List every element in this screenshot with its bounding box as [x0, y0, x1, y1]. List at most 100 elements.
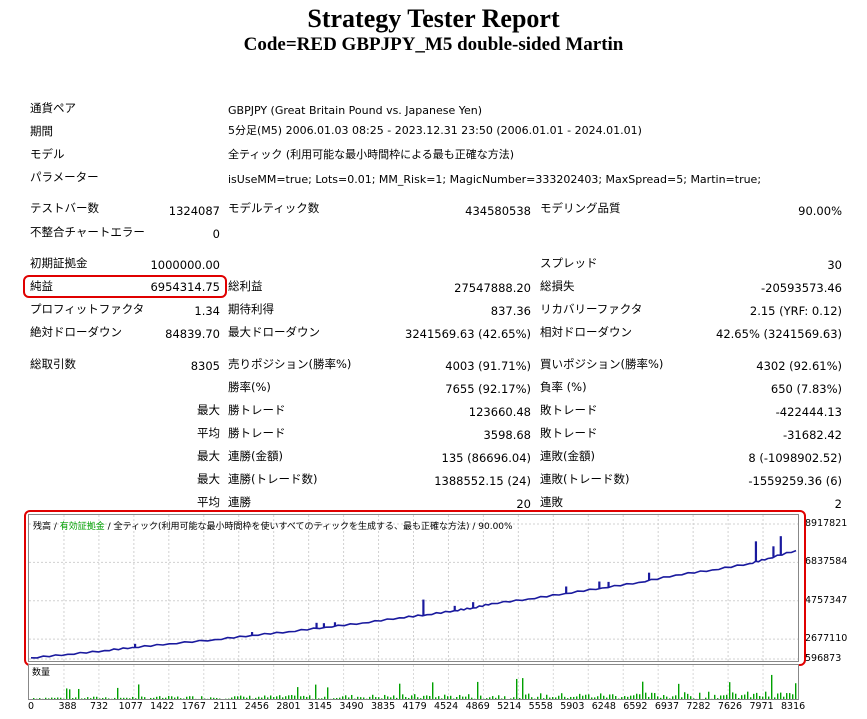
volume-bar [129, 698, 131, 699]
volume-bar [267, 697, 269, 699]
volume-bar [624, 696, 626, 699]
volume-bar [549, 697, 551, 699]
grossloss-label: 総損失 [540, 279, 575, 293]
volume-bar [78, 688, 80, 699]
reldd-value: 42.65% (3241569.63) [716, 327, 842, 341]
short-label: 売りポジション(勝率%) [228, 357, 352, 371]
volume-bar [654, 693, 656, 699]
volume-bar [747, 691, 749, 699]
volume-bar [408, 697, 410, 699]
volume-bar [396, 697, 398, 699]
volume-bar [45, 697, 47, 699]
volume-bar [777, 693, 779, 699]
volume-bar [732, 692, 734, 699]
volume-bar [555, 697, 557, 699]
volume-bar [39, 698, 41, 699]
volume-bar [501, 698, 503, 699]
volume-bar [717, 698, 719, 699]
y-tick-label: 2677110 [805, 633, 848, 645]
volume-bar [714, 694, 716, 699]
volume-bar [156, 696, 158, 699]
volume-bar [762, 696, 764, 699]
volume-bar [231, 697, 233, 699]
volume-bar [633, 695, 635, 699]
volume-bar [141, 696, 143, 699]
reldd-label: 相対ドローダウン [540, 325, 632, 339]
max-word-1: 最大 [197, 403, 220, 417]
recovery-label: リカバリーファクタ [540, 302, 643, 316]
volume-bar [162, 697, 164, 699]
volume-bar [543, 698, 545, 699]
y-tick-label: 8917821 [805, 518, 848, 530]
volume-bar [351, 694, 353, 699]
volume-bar [72, 698, 74, 699]
volume-bar [264, 695, 266, 699]
x-tick-label: 1077 [118, 701, 143, 712]
bars-label: テストバー数 [30, 201, 99, 215]
x-tick-label: 6592 [623, 701, 648, 712]
x-tick-label: 2801 [276, 701, 301, 712]
pf-value: 1.34 [194, 304, 220, 318]
volume-bar [324, 696, 326, 699]
volume-bar [210, 697, 212, 699]
volume-bar [570, 696, 572, 699]
volume-bar [192, 696, 194, 699]
volume-bar [537, 696, 539, 699]
x-tick-label: 6937 [654, 701, 680, 712]
volume-bar [642, 681, 644, 699]
volume-bar [348, 697, 350, 699]
params-label: パラメーター [30, 170, 99, 184]
maxconswin2-label: 連勝(トレード数) [228, 472, 318, 486]
volume-bar [627, 696, 629, 699]
volume-bar [414, 694, 416, 699]
volume-bar [237, 696, 239, 699]
mismatch-value: 0 [212, 227, 220, 241]
volume-bar [297, 687, 299, 699]
volume-bar [429, 696, 431, 699]
avgwin-value: 3598.68 [483, 428, 531, 442]
volume-bar [372, 694, 374, 699]
volume-bar [336, 697, 338, 699]
volume-label: 数量 [32, 666, 50, 678]
deposit-value: 1000000.00 [150, 258, 220, 272]
volume-bar [531, 697, 533, 699]
volume-bar [528, 693, 530, 699]
volume-bar [612, 694, 614, 699]
volume-bar [144, 697, 146, 699]
bars-value: 1324087 [168, 204, 220, 218]
volume-bar [276, 696, 278, 699]
quality-value: 90.00% [798, 204, 842, 218]
volume-bar [159, 696, 161, 699]
volume-bar [402, 694, 404, 699]
volume-bar [399, 683, 401, 699]
volume-bar [105, 697, 107, 699]
volume-bar [582, 695, 584, 699]
volume-bar [486, 698, 488, 699]
volume-bar [387, 696, 389, 699]
volume-bar [345, 695, 347, 699]
volume-bar [450, 695, 452, 699]
trades-label: 総取引数 [30, 357, 76, 371]
volume-bar [243, 696, 245, 699]
lossrate-label: 負率 (%) [540, 380, 587, 394]
x-tick-label: 6248 [591, 701, 616, 712]
report-title: Strategy Tester Report [307, 4, 560, 33]
volume-bar [381, 698, 383, 699]
volume-bar [246, 697, 248, 699]
volume-bar [603, 695, 605, 699]
volume-bar [300, 696, 302, 699]
volume-bar [165, 697, 167, 699]
x-tick-label: 8316 [781, 701, 806, 712]
volume-bar [90, 698, 92, 699]
volume-bar [576, 696, 578, 699]
maxconswin-value: 135 (86696.04) [441, 451, 531, 465]
volume-bar [123, 697, 125, 699]
x-tick-label: 388 [58, 701, 77, 712]
volume-bar [120, 697, 122, 699]
volume-bar [753, 693, 755, 699]
volume-bar [270, 695, 272, 699]
volume-bar [369, 696, 371, 699]
avgconsloss-label: 連敗 [540, 495, 563, 509]
long-value: 4302 (92.61%) [756, 359, 842, 373]
max-word-3: 最大 [197, 472, 220, 486]
